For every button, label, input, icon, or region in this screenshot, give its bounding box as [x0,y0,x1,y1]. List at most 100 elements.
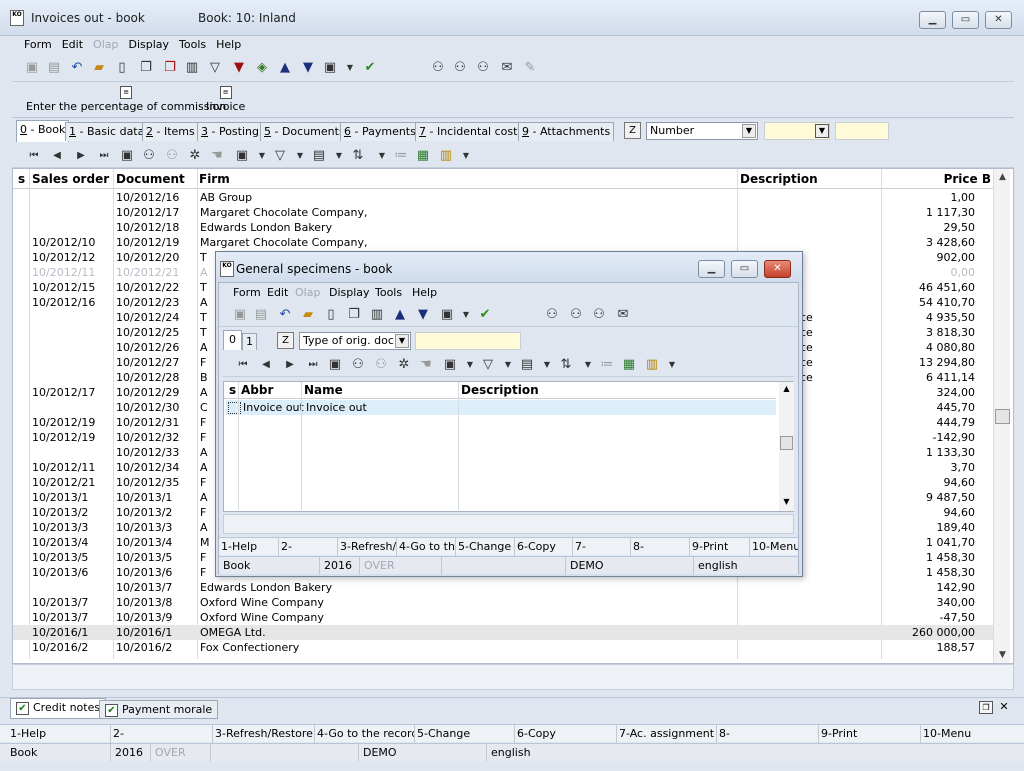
dialog-fkey-10[interactable]: 10-Menu [749,538,798,556]
hand-icon[interactable]: ☚ [418,357,434,373]
fkey-2[interactable]: 2- [110,725,212,743]
column-header-firm[interactable]: Firm [199,172,230,186]
columns-icon[interactable]: ▤ [311,148,327,164]
last-record-icon[interactable]: ⏭ [305,357,321,373]
find-next-icon[interactable]: ⚇ [452,60,468,76]
arrow-up-icon[interactable]: ▲ [277,60,293,76]
book-icon[interactable]: ▥ [184,60,200,76]
scroll-thumb[interactable] [780,436,793,450]
commission-action[interactable]: ≡ Enter the percentage of commission [26,86,226,113]
save-icon[interactable]: ▣ [24,60,40,76]
fkey-8[interactable]: 8- [716,725,818,743]
chevron-down-icon[interactable]: ▼ [664,357,680,373]
dialog-tab-0[interactable]: 0 [223,330,242,350]
camera-icon[interactable]: ▣ [442,357,458,373]
arrow-down-icon[interactable]: ▼ [415,307,431,323]
sort-icon[interactable]: ⇅ [350,148,366,164]
tab-incidental-costs[interactable]: 7 - Incidental costs [415,122,528,141]
table-row[interactable]: 10/2013/7 10/2013/9 Oxford Wine Company -47… [13,610,993,625]
chevron-down-icon[interactable]: ▼ [500,357,516,373]
star-search-icon[interactable]: ✲ [396,357,412,373]
vertical-scrollbar[interactable]: ▲ ▼ [993,169,1010,663]
fkey-7[interactable]: 7-Ac. assignment ar [616,725,716,743]
table-row[interactable]: 10/2012/10 10/2012/19 Margaret Chocolate C… [13,235,993,250]
scroll-thumb[interactable] [995,409,1010,424]
fkey-10[interactable]: 10-Menu [920,725,1020,743]
filter-clear-icon[interactable]: ▼ [231,60,247,76]
group-icon[interactable]: ≔ [599,357,615,373]
chevron-down-icon[interactable]: ▼ [374,148,390,164]
last-record-icon[interactable]: ⏭ [96,148,112,164]
dialog-fkey-7[interactable]: 7- [572,538,630,556]
filter-icon[interactable]: ▽ [272,148,288,164]
table-row[interactable]: Invoice out Invoice out [226,400,776,415]
dialog-search-input[interactable] [415,332,521,350]
next-record-icon[interactable]: ▶ [73,148,89,164]
table-row[interactable]: 10/2016/1 10/2016/1 OMEGA Ltd. 260 000,00 [13,625,993,640]
dialog-fkey-9[interactable]: 9-Print [689,538,749,556]
camera-dropdown-icon[interactable]: ▼ [342,60,358,76]
chevron-down-icon[interactable]: ▼ [458,148,474,164]
table-row[interactable]: 10/2012/16 AB Group 1,00 [13,190,993,205]
arrow-up-icon[interactable]: ▲ [392,307,408,323]
tab-items[interactable]: 2 - Items [142,122,199,141]
dropdown-icon[interactable]: ▼ [815,124,829,138]
tab-posting[interactable]: 3 - Posting [197,122,263,141]
save-as-icon[interactable]: ▤ [253,307,269,323]
find-disabled-icon[interactable]: ⚇ [373,357,389,373]
tab-payments[interactable]: 6 - Payments [340,122,420,141]
dialog-fkey-5[interactable]: 5-Change [455,538,514,556]
table-row[interactable]: 10/2012/18 Edwards London Bakery 29,50 [13,220,993,235]
fkey-9[interactable]: 9-Print [818,725,920,743]
check-arrow-icon[interactable]: ✔ [362,60,378,76]
close-panel-icon[interactable]: ✕ [997,701,1011,714]
dialog-menu-edit[interactable]: Edit [267,286,288,299]
refresh-icon[interactable]: ▣ [327,357,343,373]
save-icon[interactable]: ▣ [232,307,248,323]
invoice-action[interactable]: ≡ Invoice [206,86,245,113]
camera-icon[interactable]: ▣ [234,148,250,164]
delete-document-icon[interactable]: ❐ [162,60,178,76]
scroll-down-icon[interactable]: ▼ [994,647,1011,663]
edit-form-icon[interactable]: ✎ [522,60,538,76]
find-disabled-icon[interactable]: ⚇ [164,148,180,164]
find-all-icon[interactable]: ⚇ [591,307,607,323]
checkbox-icon[interactable]: ✔ [105,704,118,717]
hand-icon[interactable]: ☚ [209,148,225,164]
fkey-3[interactable]: 3-Refresh/Restore [212,725,314,743]
menu-display[interactable]: Display [123,36,174,54]
refresh-icon[interactable]: ▣ [119,148,135,164]
save-as-icon[interactable]: ▤ [46,60,62,76]
undo-icon[interactable]: ↶ [69,60,85,76]
dialog-fkey-4[interactable]: 4-Go to the [396,538,455,556]
arrow-down-icon[interactable]: ▼ [300,60,316,76]
check-arrow-icon[interactable]: ✔ [477,307,493,323]
binoculars-icon[interactable]: ⚇ [350,357,366,373]
column-header-price[interactable]: Price B [944,172,991,186]
dialog-menu-tools[interactable]: Tools [375,286,402,299]
table-row[interactable]: 10/2013/7 Edwards London Bakery 142,90 [13,580,993,595]
sort-field-select[interactable]: Number ▼ [646,122,758,140]
first-record-icon[interactable]: ⏮ [235,357,251,373]
scroll-up-icon[interactable]: ▲ [779,382,794,396]
chevron-down-icon[interactable]: ▼ [292,148,308,164]
column-header-description[interactable]: Description [740,172,818,186]
table-row[interactable]: 10/2013/7 10/2013/8 Oxford Wine Company 340… [13,595,993,610]
find-next-icon[interactable]: ⚇ [568,307,584,323]
new-document-icon[interactable]: ▯ [114,60,130,76]
dialog-tab-1[interactable]: 1 [242,333,257,350]
copy-document-icon[interactable]: ❐ [346,307,362,323]
dialog-z-button[interactable]: Z [277,332,294,349]
tab-attachments[interactable]: 9 - Attachments [518,122,615,141]
orig-doc-type-select[interactable]: Type of orig. doc. ▼ [299,332,411,350]
find-all-icon[interactable]: ⚇ [475,60,491,76]
tab-basic-data[interactable]: 1 - Basic data [65,122,149,141]
column-header-abbr[interactable]: Abbr [241,383,273,397]
chevron-down-icon[interactable]: ▼ [331,148,347,164]
minimize-button[interactable]: ▁ [919,11,946,29]
z-button[interactable]: Z [624,122,641,139]
previous-record-icon[interactable]: ◀ [49,148,65,164]
search-input[interactable]: ▼ [764,122,830,140]
dialog-menu-help[interactable]: Help [412,286,437,299]
dialog-fkey-8[interactable]: 8- [630,538,689,556]
